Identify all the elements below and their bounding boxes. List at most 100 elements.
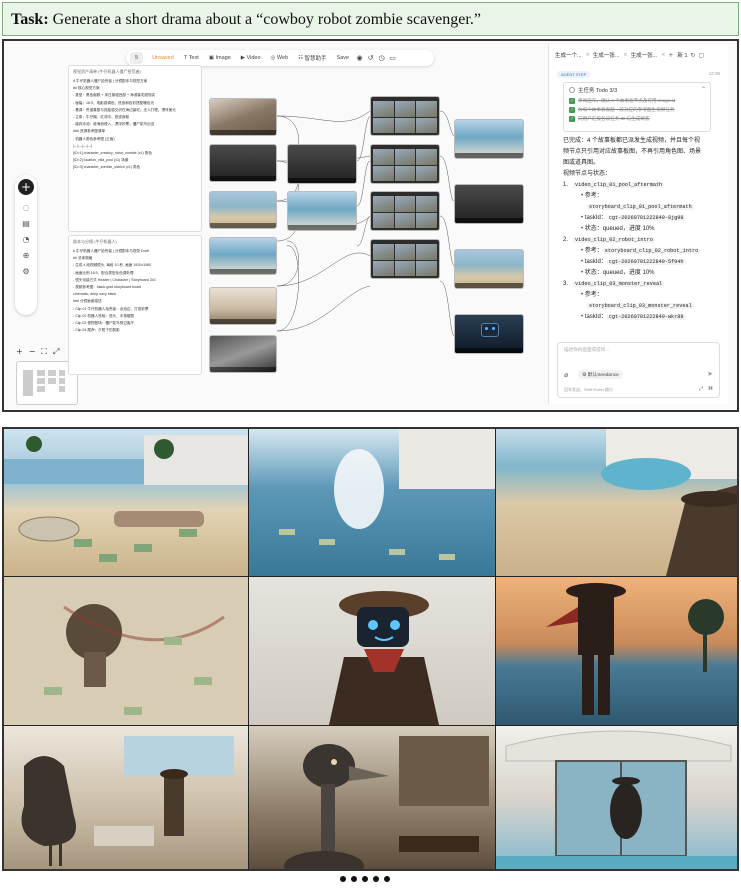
chat-tab-1[interactable]: 生成一个... × [555, 51, 590, 59]
clip-task: taskId：cgt-20260701222849-wkr88 [563, 312, 717, 323]
clip-ref: 参考：storyboard_clip_02_robot_intro [563, 246, 717, 257]
chat-input[interactable]: 描述你的画面或提问... ⌀ ⚙ 默认Seedance ➤ 回车发送，Shift… [557, 342, 720, 398]
chat-tab-2[interactable]: 生成一张... × [593, 51, 628, 59]
plus-icon: + [668, 51, 674, 59]
clip-item: 2. video_clip_02_robot_intro [563, 235, 717, 246]
todo-item-text: 为每个故事板发起一段对应的参考图生视频任务 [578, 106, 675, 112]
chevron-up-icon[interactable]: ⌃ [701, 86, 706, 93]
video-node-4[interactable] [454, 314, 524, 354]
clip-task: taskId：cgt-20260701222849-5f94h [563, 257, 717, 268]
tab-label: 生成一张... [630, 53, 658, 59]
storyboard-node-4[interactable] [370, 239, 440, 279]
gallery-pagination[interactable] [340, 876, 390, 882]
message-time: 12:39 [708, 71, 720, 76]
task-label: taskId： [584, 314, 607, 320]
todo-item-text: 向用户汇报各段任务 ID 与生成状态 [578, 115, 650, 121]
task-id: cgt-20260701222849-8jg98 [606, 215, 686, 221]
ref-value: storyboard_clip_02_robot_intro [602, 248, 701, 254]
frame-art [21, 736, 234, 866]
clip-task: taskId：cgt-20260701222849-8jg98 [563, 213, 717, 224]
image-node-villa-pool[interactable] [287, 191, 357, 231]
page-dot[interactable] [340, 876, 346, 882]
clip-ref-value: storyboard_clip_01_pool_aftermath [563, 202, 717, 213]
todo-item: ✓ 为每个故事板发起一段对应的参考图生视频任务 [569, 105, 705, 114]
frame-bottle-hand-beach [4, 429, 248, 576]
model-selector[interactable]: ⚙ 默认Seedance [578, 370, 623, 379]
check-icon: ✓ [569, 97, 575, 104]
spinner-icon [569, 87, 575, 93]
clip-number: 1. [563, 182, 569, 188]
task-text: Generate a short drama about a “cowboy r… [52, 11, 481, 28]
input-placeholder: 描述你的画面或提问... [564, 347, 610, 352]
tab-label: 生成一张... [592, 53, 620, 59]
image-node-robot-cowboy[interactable] [209, 144, 277, 182]
clip-status: 状态：queued，进度 10% [563, 224, 717, 235]
frame-robot-blue-screen-face [249, 577, 495, 725]
shortcut-icon[interactable]: ⌘ [708, 386, 713, 392]
image-node-mechanical-parts[interactable] [209, 335, 277, 373]
image-node-robot-character[interactable] [209, 98, 277, 136]
status-label: 状态： [584, 270, 603, 276]
todo-item: ✓ 向用户汇报各段任务 ID 与生成状态 [569, 114, 705, 123]
clip-name: video_clip_03_monster_reveal [573, 281, 665, 287]
todo-item: ✓ 审阅画布，确认 4 个故事板节点及可用 image.id [569, 96, 705, 105]
clip-status: 状态：queued，进度 10% [563, 268, 717, 279]
page-dot[interactable] [384, 876, 390, 882]
summary-line: 频节点只引用对应故事板图，不再引用角色图、场景 [563, 149, 702, 155]
page-dot[interactable] [373, 876, 379, 882]
ref-label: 参考： [584, 248, 603, 254]
frame-art [44, 604, 225, 715]
video-node-2[interactable] [454, 184, 524, 224]
chat-tab-3[interactable]: 生成一张... × [631, 51, 666, 59]
storyboard-node-3[interactable] [370, 191, 440, 231]
status-value: queued，进度 10% [602, 226, 655, 232]
frame-ostrich-living-room [4, 726, 248, 869]
task-label: taskId： [584, 215, 607, 221]
image-node-villa-beach[interactable] [209, 191, 277, 229]
frame-art [284, 736, 489, 869]
ref-value: storyboard_clip_03_monster_reveal [587, 303, 694, 309]
ref-label: 参考： [584, 193, 603, 199]
image-node-pool-aftermath[interactable] [209, 237, 277, 275]
page-dot[interactable] [362, 876, 368, 882]
check-icon: ✓ [569, 115, 575, 122]
status-label: 状态： [584, 226, 603, 232]
message-header: AGENT STEP 12:39 [557, 71, 720, 79]
attach-icon[interactable]: ⌀ [564, 371, 568, 379]
assistant-message: 已完成：4 个故事板都已派发生成视频，并且每个视 频节点只引用对应故事板图，不再… [563, 136, 717, 323]
chat-tab-new[interactable]: + 新 1 [668, 51, 688, 60]
frame-cowboy-overlooking-beach [496, 429, 737, 576]
todo-card[interactable]: 主任务 Todo 3/3 ⌃ ✓ 审阅画布，确认 4 个故事板节点及可用 imag… [563, 82, 711, 132]
image-node-robot-closeup[interactable] [287, 144, 357, 184]
close-icon[interactable]: × [623, 52, 627, 58]
frame-robot-silhouette-sunset [496, 577, 737, 725]
clip-name: video_clip_02_robot_intro [573, 237, 655, 243]
frame-pool-splash [249, 429, 495, 576]
video-node-1[interactable] [454, 119, 524, 159]
storyboard-node-1[interactable] [370, 96, 440, 136]
collapse-panel-icon[interactable]: ▢ [699, 52, 705, 59]
history-icon[interactable]: ↻ [691, 52, 696, 59]
frame-art [279, 429, 495, 560]
send-icon[interactable]: ➤ [707, 370, 713, 378]
expand-icon[interactable]: ⤢ [699, 386, 703, 392]
clip-number: 2. [563, 237, 569, 243]
clip-ref: 参考： [563, 290, 717, 301]
clip-item: 1. video_clip_01_pool_aftermath [563, 180, 717, 191]
video-node-3[interactable] [454, 249, 524, 289]
frame-figure-behind-glass [496, 726, 737, 869]
frame-art [496, 730, 737, 869]
image-node-living-room[interactable] [209, 287, 277, 325]
storyboard-node-2[interactable] [370, 144, 440, 184]
chat-tabs: 生成一个... × 生成一张... × 生成一张... × + 新 1 ↻ ▢ [549, 48, 728, 62]
task-label: taskId： [584, 259, 607, 265]
frame-robot-topdown-sand [4, 577, 248, 725]
frame-art [4, 435, 248, 562]
clip-item: 3. video_clip_03_monster_reveal [563, 279, 717, 290]
tab-label: 新 1 [677, 53, 688, 59]
frame-art [601, 429, 737, 576]
close-icon[interactable]: × [661, 52, 665, 58]
page-dot[interactable] [351, 876, 357, 882]
close-icon[interactable]: × [586, 52, 590, 58]
clip-ref-value: storyboard_clip_03_monster_reveal [563, 301, 717, 312]
